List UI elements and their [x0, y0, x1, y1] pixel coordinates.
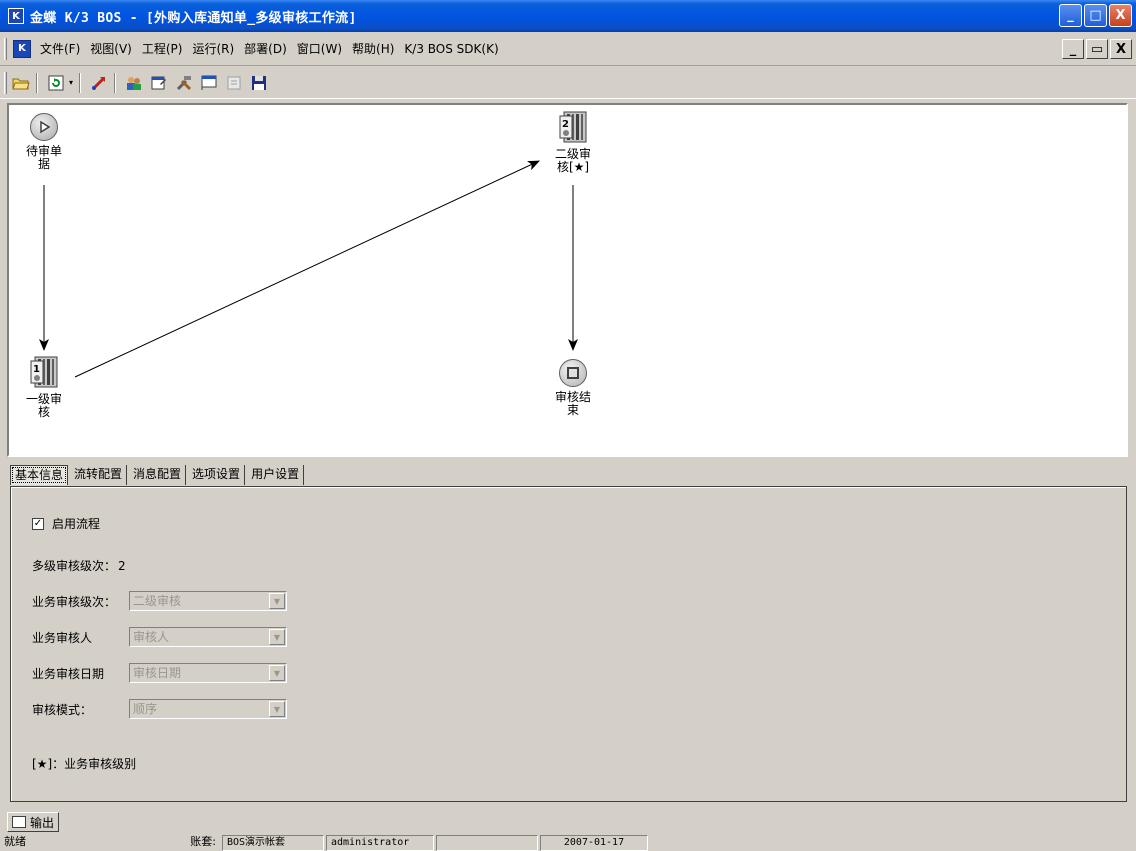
output-window-icon[interactable]	[198, 72, 220, 94]
properties-icon[interactable]	[148, 72, 170, 94]
tab-message-config[interactable]: 消息配置	[129, 465, 187, 485]
levels-label: 多级审核级次：	[32, 559, 117, 573]
menu-run[interactable]: 运行(R)	[187, 39, 239, 59]
chevron-down-icon[interactable]: ▼	[269, 701, 285, 717]
enable-flow-label: 启用流程	[52, 517, 101, 531]
levels-value: 2	[118, 558, 126, 573]
status-text: 就绪	[4, 835, 26, 848]
enable-flow-checkbox[interactable]: ✓	[32, 517, 44, 530]
node-end-label: 审核结束	[554, 390, 591, 417]
close-button[interactable]: X	[1109, 4, 1132, 27]
refresh-icon[interactable]	[45, 72, 67, 94]
mode-label: 审核模式：	[32, 703, 93, 717]
mode-row: 审核模式：	[32, 701, 92, 718]
toolbar-separator	[36, 72, 38, 93]
biz-reviewer-label: 业务审核人	[32, 631, 93, 645]
biz-reviewer-value: 审核人	[133, 630, 170, 644]
output-tab-label: 输出	[30, 815, 55, 830]
star-note: [★]：业务审核级别	[32, 757, 137, 771]
biz-level-select[interactable]: 二级审核 ▼	[129, 591, 287, 611]
toolbar-separator	[79, 72, 81, 93]
users-icon[interactable]	[123, 72, 145, 94]
node-start-label: 待审单据	[25, 144, 62, 171]
workflow-canvas[interactable]: 待审单据 1 一级审核 2 二级审核[★] 审核结束	[7, 103, 1128, 457]
menu-grip[interactable]	[4, 37, 7, 60]
node-end[interactable]: 审核结束	[550, 359, 596, 417]
mdi-restore-button[interactable]: ▭	[1086, 39, 1108, 59]
menu-window[interactable]: 窗口(W)	[292, 39, 347, 59]
biz-date-value: 审核日期	[133, 666, 182, 680]
status-bar: 就绪 账套: BOS演示帐套 administrator 2007-01-17	[0, 835, 1136, 851]
menu-project[interactable]: 工程(P)	[137, 39, 188, 59]
tab-user-settings[interactable]: 用户设置	[247, 465, 305, 485]
biz-level-value: 二级审核	[133, 594, 182, 608]
chevron-down-icon[interactable]: ▼	[269, 665, 285, 681]
property-tabs: 基本信息 流转配置 消息配置 选项设置 用户设置	[10, 465, 306, 487]
menu-view[interactable]: 视图(V)	[85, 39, 137, 59]
mdi-close-button[interactable]: X	[1110, 39, 1132, 59]
biz-reviewer-select[interactable]: 审核人 ▼	[129, 627, 287, 647]
levels-row: 多级审核级次： 2	[32, 557, 126, 574]
node-level2[interactable]: 2 二级审核[★]	[550, 110, 596, 174]
menu-sdk[interactable]: K/3 BOS SDK(K)	[399, 39, 503, 59]
enable-flow-row[interactable]: ✓ 启用流程	[32, 515, 100, 532]
node-start[interactable]: 待审单据	[21, 113, 67, 171]
basic-info-panel: ✓ 启用流程 多级审核级次： 2 业务审核级次： 二级审核 ▼ 业务审核人 审核…	[10, 486, 1127, 802]
svg-text:2: 2	[562, 119, 569, 130]
biz-date-row: 业务审核日期	[32, 665, 104, 682]
biz-date-select[interactable]: 审核日期 ▼	[129, 663, 287, 683]
approval-document-icon: 2	[558, 110, 588, 144]
status-date: 2007-01-17	[540, 835, 648, 851]
biz-reviewer-row: 业务审核人	[32, 629, 92, 646]
chevron-down-icon[interactable]: ▼	[269, 629, 285, 645]
stop-icon	[559, 359, 587, 387]
tab-flow-config[interactable]: 流转配置	[70, 465, 128, 485]
save-icon[interactable]	[248, 72, 270, 94]
note-row: [★]：业务审核级别	[32, 755, 136, 772]
open-folder-icon[interactable]	[10, 72, 32, 94]
arrow-level1-to-level2	[74, 160, 540, 378]
minimize-button[interactable]: _	[1059, 4, 1082, 27]
account-label: 账套:	[190, 835, 216, 848]
mdi-controls: _ ▭ X	[1062, 39, 1132, 59]
node-level1-label: 一级审核	[25, 392, 62, 419]
publish-icon[interactable]	[88, 72, 110, 94]
toolbar-grip[interactable]	[4, 71, 7, 94]
play-icon	[30, 113, 58, 141]
toolbar-separator	[114, 72, 116, 93]
approval-document-icon: 1	[29, 355, 59, 389]
svg-text:1: 1	[33, 364, 40, 375]
menu-items: 文件(F) 视图(V) 工程(P) 运行(R) 部署(D) 窗口(W) 帮助(H…	[35, 39, 504, 59]
tab-option-settings[interactable]: 选项设置	[188, 465, 246, 485]
output-window-icon	[12, 816, 26, 828]
document-system-menu-icon[interactable]: K	[13, 39, 31, 58]
menu-file[interactable]: 文件(F)	[35, 39, 85, 59]
kingdee-logo-icon: K	[8, 8, 24, 24]
tools-icon[interactable]	[173, 72, 195, 94]
mode-select[interactable]: 顺序 ▼	[129, 699, 287, 719]
node-level1[interactable]: 1 一级审核	[21, 355, 67, 419]
restore-button[interactable]: □	[1084, 4, 1107, 27]
window-controls: _ □ X	[1059, 4, 1132, 27]
node-level2-label: 二级审核[★]	[554, 147, 591, 174]
title-bar[interactable]: K 金蝶 K/3 BOS - [外购入库通知单_多级审核工作流] _ □ X	[0, 0, 1136, 32]
menu-bar: K 文件(F) 视图(V) 工程(P) 运行(R) 部署(D) 窗口(W) 帮助…	[0, 32, 1136, 66]
status-filler	[650, 835, 1134, 851]
disabled-icon	[223, 72, 245, 94]
dropdown-arrow-icon[interactable]: ▾	[67, 72, 75, 94]
mode-value: 顺序	[133, 702, 158, 716]
biz-date-label: 业务审核日期	[32, 667, 105, 681]
menu-help[interactable]: 帮助(H)	[347, 39, 399, 59]
toolbar: ▾	[0, 67, 1136, 99]
account-value: BOS演示帐套	[222, 835, 324, 851]
window-title: 金蝶 K/3 BOS - [外购入库通知单_多级审核工作流]	[30, 10, 357, 26]
mdi-minimize-button[interactable]: _	[1062, 39, 1084, 59]
user-name: administrator	[326, 835, 434, 851]
output-tab[interactable]: 输出	[7, 812, 60, 832]
chevron-down-icon[interactable]: ▼	[269, 593, 285, 609]
biz-level-label: 业务审核级次：	[32, 595, 117, 609]
tab-basic-info[interactable]: 基本信息	[10, 465, 69, 485]
status-empty-pane	[436, 835, 538, 851]
menu-deploy[interactable]: 部署(D)	[239, 39, 292, 59]
